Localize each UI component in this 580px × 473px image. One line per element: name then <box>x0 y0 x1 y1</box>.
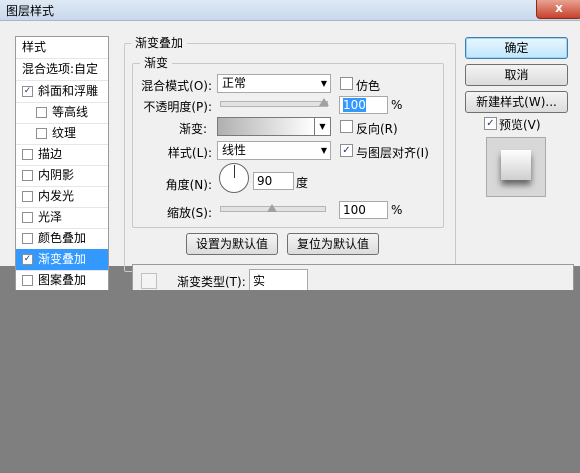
style-item-label: 颜色叠加 <box>38 231 87 245</box>
style-item-label: 内发光 <box>38 189 75 203</box>
scale-slider-thumb[interactable] <box>267 204 277 212</box>
style-item-label: 渐变叠加 <box>38 252 87 266</box>
style-list-header[interactable]: 样式 <box>16 37 108 59</box>
style-item-checkbox[interactable]: ✓ <box>22 254 33 265</box>
style-item-checkbox[interactable] <box>22 275 33 286</box>
reverse-label: 反向(R) <box>356 122 398 136</box>
angle-unit: 度 <box>296 176 309 190</box>
style-item[interactable]: 内发光 <box>16 186 108 208</box>
style-item[interactable]: 纹理 <box>16 123 108 145</box>
style-value: 线性 <box>222 143 247 157</box>
gradient-editor-panel: 渐变类型(T): 实 <box>132 264 574 293</box>
angle-dial[interactable] <box>219 163 249 193</box>
style-item-label: 内阴影 <box>38 168 75 182</box>
angle-label: 角度(N): <box>165 178 212 192</box>
ok-button[interactable]: 确定 <box>465 37 568 59</box>
blend-options-label: 混合选项:自定 <box>22 62 99 76</box>
blend-mode-label: 混合模式(O): <box>141 79 212 93</box>
set-default-button[interactable]: 设置为默认值 <box>186 233 278 255</box>
subsection-title: 渐变 <box>140 54 173 71</box>
opacity-slider-thumb[interactable] <box>319 98 329 106</box>
close-button[interactable]: x <box>536 0 580 19</box>
style-item-label: 描边 <box>38 147 63 161</box>
style-item-label: 图案叠加 <box>38 273 87 287</box>
align-with-layer-label: 与图层对齐(I) <box>356 146 429 160</box>
style-label: 样式(L): <box>167 146 212 160</box>
style-list: 样式 混合选项:自定 ✓ 斜面和浮雕等高线纹理描边内阴影内发光光泽颜色叠加 ✓ 渐变叠… <box>15 36 109 292</box>
gradient-picker-button[interactable]: ▼ <box>314 117 331 136</box>
gray-overlay <box>0 290 580 473</box>
scale-label: 缩放(S): <box>166 206 212 220</box>
style-item-checkbox[interactable] <box>36 107 47 118</box>
section-title: 渐变叠加 <box>131 34 188 51</box>
style-item-label: 斜面和浮雕 <box>38 84 99 98</box>
gradient-label: 渐变: <box>178 122 207 136</box>
dither-label: 仿色 <box>356 79 381 93</box>
style-select[interactable]: 线性 ▼ <box>217 141 331 160</box>
style-item-checkbox[interactable] <box>22 233 33 244</box>
style-item-label: 纹理 <box>52 126 77 140</box>
chevron-down-icon: ▼ <box>319 122 326 131</box>
blend-mode-value: 正常 <box>222 76 247 90</box>
window-title: 图层样式 <box>6 4 55 18</box>
cancel-button[interactable]: 取消 <box>465 64 568 86</box>
opacity-percent: % <box>391 98 403 112</box>
style-item-checkbox[interactable] <box>22 191 33 202</box>
angle-dial-needle <box>234 165 235 178</box>
opacity-label: 不透明度(P): <box>143 100 212 114</box>
title-bar: 图层样式 x <box>0 0 580 21</box>
preview-checkbox[interactable]: ✓ <box>484 117 497 130</box>
style-item[interactable]: 图案叠加 <box>16 270 108 292</box>
opacity-input[interactable]: 100 <box>339 96 388 114</box>
scale-input[interactable]: 100 <box>339 201 388 219</box>
chevron-down-icon: ▼ <box>320 146 327 155</box>
gradient-type-label: 渐变类型(T): <box>177 275 246 289</box>
style-item-checkbox[interactable] <box>22 149 33 160</box>
style-item-label: 光泽 <box>38 210 63 224</box>
style-item[interactable]: 光泽 <box>16 207 108 229</box>
blend-options-item[interactable]: 混合选项:自定 <box>16 59 108 81</box>
dither-checkbox[interactable] <box>340 77 353 90</box>
style-list-header-label: 样式 <box>22 40 47 54</box>
style-item[interactable]: 颜色叠加 <box>16 228 108 250</box>
style-item-checkbox[interactable] <box>36 128 47 139</box>
align-with-layer-checkbox[interactable]: ✓ <box>340 144 353 157</box>
gradient-swatch[interactable] <box>217 117 315 136</box>
style-item[interactable]: ✓ 渐变叠加 <box>16 249 108 271</box>
style-item[interactable]: ✓ 斜面和浮雕 <box>16 81 108 103</box>
reverse-checkbox[interactable] <box>340 120 353 133</box>
reset-default-button[interactable]: 复位为默认值 <box>287 233 379 255</box>
opacity-value: 100 <box>343 98 366 112</box>
style-item[interactable]: 等高线 <box>16 102 108 124</box>
opacity-slider-track[interactable] <box>220 101 328 107</box>
style-item-checkbox[interactable] <box>22 212 33 223</box>
blend-mode-select[interactable]: 正常 ▼ <box>217 74 331 93</box>
gradient-editor-swatch <box>141 273 157 289</box>
gradient-type-value: 实 <box>253 274 266 288</box>
preview-label: 预览(V) <box>499 118 541 132</box>
chevron-down-icon: ▼ <box>320 79 327 88</box>
style-preview <box>486 137 546 197</box>
angle-input[interactable]: 90 <box>253 172 294 190</box>
style-item[interactable]: 内阴影 <box>16 165 108 187</box>
scale-percent: % <box>391 203 403 217</box>
style-item-checkbox[interactable]: ✓ <box>22 86 33 97</box>
new-style-button[interactable]: 新建样式(W)... <box>465 91 568 113</box>
style-item[interactable]: 描边 <box>16 144 108 166</box>
style-item-checkbox[interactable] <box>22 170 33 181</box>
style-item-label: 等高线 <box>52 105 89 119</box>
preview-swatch <box>501 150 531 180</box>
